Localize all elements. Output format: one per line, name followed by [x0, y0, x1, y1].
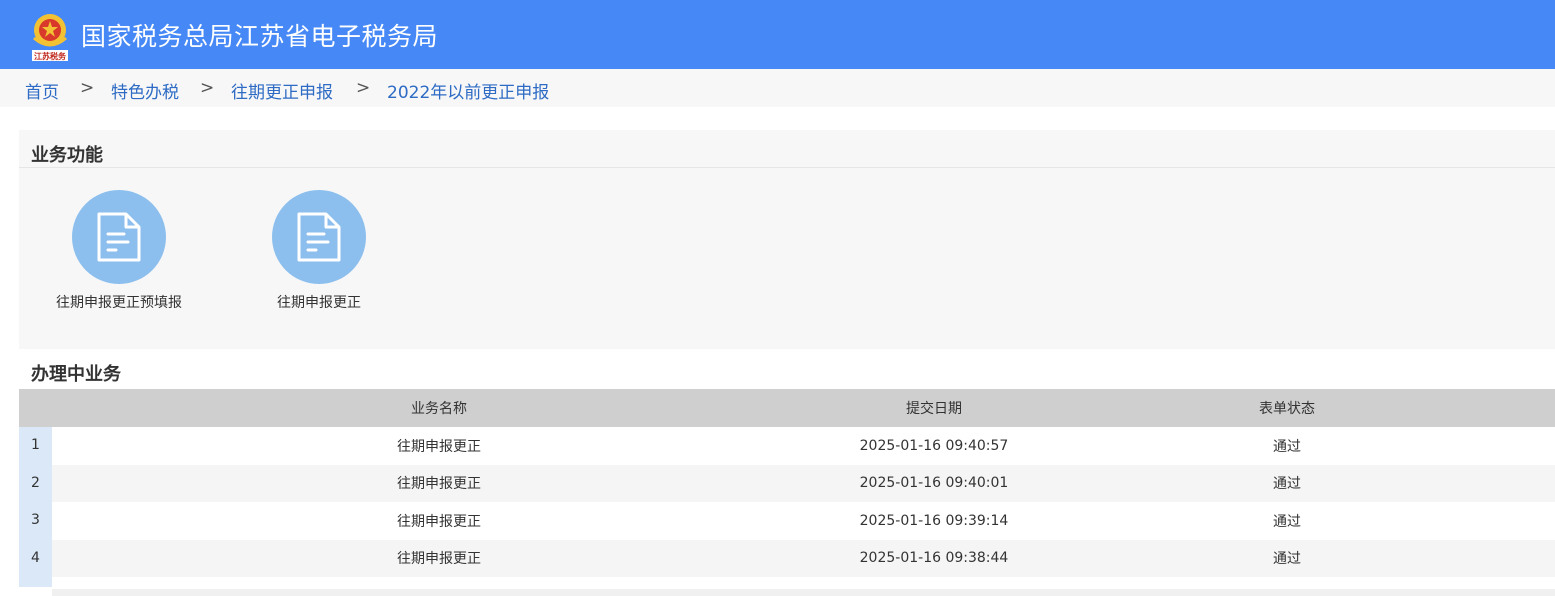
business-functions-panel: 业务功能 往期申报更正预填报 往期申报更正 [19, 130, 1555, 349]
section-title-inprogress: 办理中业务 [31, 364, 121, 385]
breadcrumb-special-tax[interactable]: 特色办税 [111, 78, 179, 103]
tax-emblem-logo: 江苏税务 [28, 8, 72, 62]
table-header: 业务名称 提交日期 表单状态 [19, 389, 1555, 427]
column-header-status: 表单状态 [1259, 401, 1315, 417]
cell-date: 2025-01-16 09:39:14 [859, 512, 1009, 529]
divider [19, 167, 1555, 168]
function-prefill-correction[interactable]: 往期申报更正预填报 [49, 190, 189, 313]
function-label[interactable]: 往期申报更正 [249, 293, 389, 313]
cell-name: 往期申报更正 [397, 513, 481, 530]
cell-date: 2025-01-16 09:40:57 [859, 437, 1009, 454]
section-title-functions: 业务功能 [31, 145, 103, 166]
breadcrumb-separator: > [80, 78, 95, 98]
cell-status: 通过 [1273, 513, 1301, 530]
row-index: 2 [19, 464, 52, 502]
breadcrumb-separator: > [200, 78, 215, 98]
function-label[interactable]: 往期申报更正预填报 [49, 293, 189, 313]
column-header-name: 业务名称 [411, 401, 467, 417]
table-row[interactable]: 4 往期申报更正 2025-01-16 09:38:44 通过 [19, 539, 1555, 577]
row-index: 1 [19, 427, 52, 465]
table-row[interactable]: 2 往期申报更正 2025-01-16 09:40:01 通过 [19, 464, 1555, 502]
breadcrumb-pre2022-correction[interactable]: 2022年以前更正申报 [387, 78, 549, 103]
cell-date: 2025-01-16 09:38:44 [859, 550, 1009, 567]
inprogress-table: 业务名称 提交日期 表单状态 1 往期申报更正 2025-01-16 09:40… [19, 389, 1555, 577]
breadcrumb-separator: > [356, 78, 371, 98]
column-header-date: 提交日期 [906, 401, 962, 417]
breadcrumb-past-correction[interactable]: 往期更正申报 [231, 78, 333, 103]
top-header: 江苏税务 国家税务总局江苏省电子税务局 [0, 0, 1555, 69]
table-row[interactable]: 3 往期申报更正 2025-01-16 09:39:14 通过 [19, 502, 1555, 540]
row-index: 3 [19, 502, 52, 540]
cell-status: 通过 [1273, 438, 1301, 455]
cell-status: 通过 [1273, 476, 1301, 493]
row-index: 4 [19, 539, 52, 577]
breadcrumb: 首页 > 特色办税 > 往期更正申报 > 2022年以前更正申报 [0, 69, 1555, 107]
index-column-tail [19, 577, 52, 587]
cell-date: 2025-01-16 09:40:01 [859, 475, 1009, 492]
cell-name: 往期申报更正 [397, 476, 481, 493]
logo-caption: 江苏税务 [34, 51, 67, 61]
function-past-correction[interactable]: 往期申报更正 [249, 190, 389, 313]
cell-name: 往期申报更正 [397, 551, 481, 568]
table-row[interactable]: 1 往期申报更正 2025-01-16 09:40:57 通过 [19, 427, 1555, 465]
site-title: 国家税务总局江苏省电子税务局 [81, 22, 439, 51]
cell-status: 通过 [1273, 551, 1301, 568]
breadcrumb-home[interactable]: 首页 [25, 78, 59, 103]
document-icon[interactable] [272, 190, 366, 284]
cell-name: 往期申报更正 [397, 438, 481, 455]
table-footer-bar [52, 589, 1555, 596]
document-icon[interactable] [72, 190, 166, 284]
